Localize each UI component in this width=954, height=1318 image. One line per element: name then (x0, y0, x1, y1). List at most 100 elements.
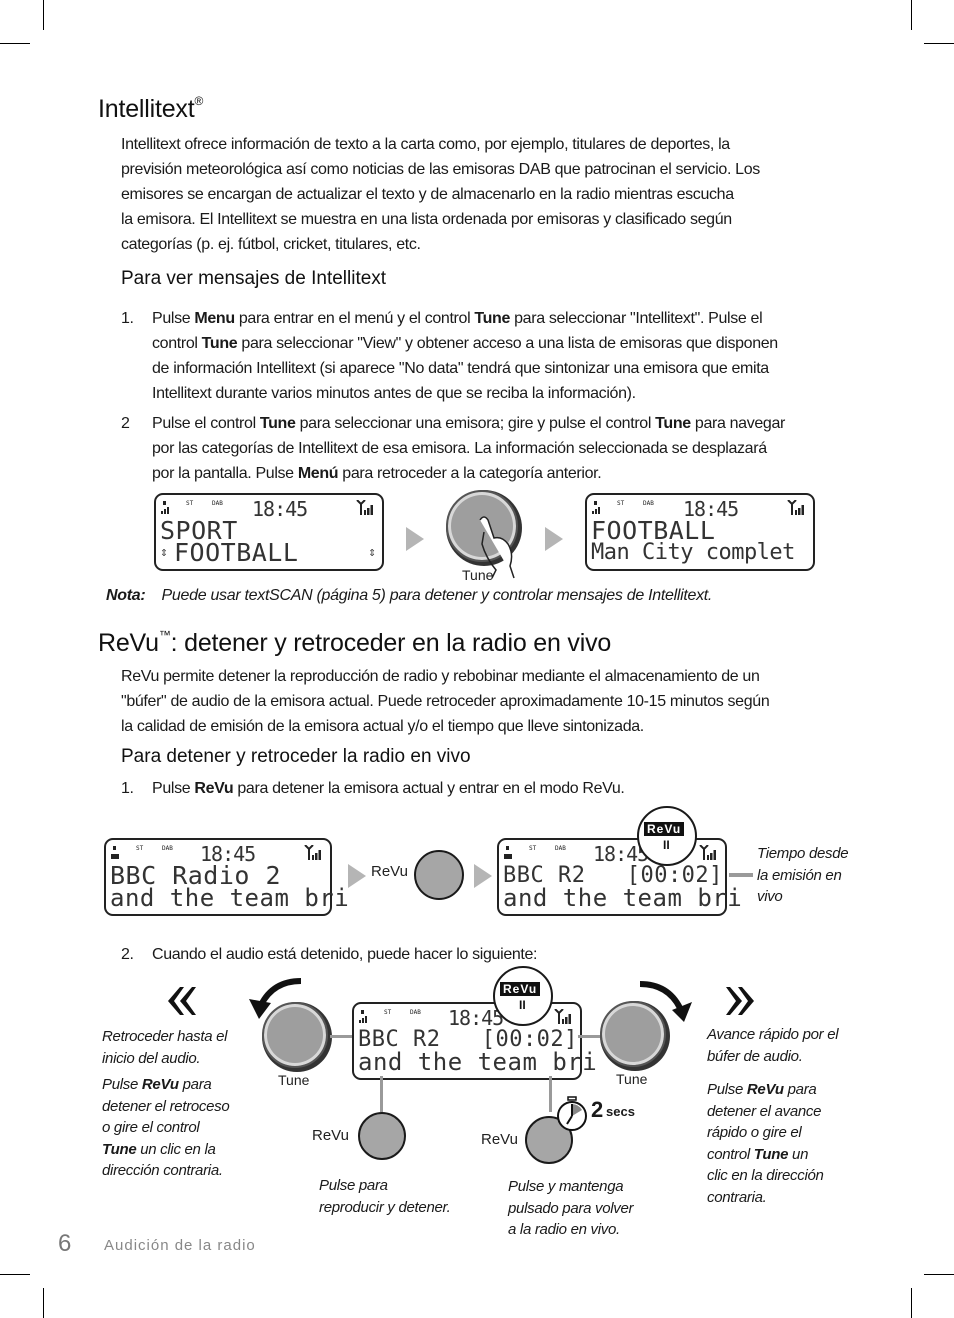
arrow-right-icon (545, 527, 563, 551)
help-line: detener el avance (707, 1102, 822, 1120)
timer-value: 2 (591, 1097, 604, 1122)
step-line: control Tune para seleccionar "View" y o… (152, 331, 778, 356)
kw-revu: ReVu (746, 1081, 784, 1098)
desc-line: Pulse para (319, 1177, 388, 1194)
t: Pulse (152, 310, 195, 327)
antenna-signal-icon (787, 500, 804, 515)
step-text: Cuando el audio está detenido, puede hac… (152, 946, 538, 963)
kw-menu: Menú (297, 465, 339, 482)
step-text: Pulse ReVu para detener la emisora actua… (152, 776, 625, 801)
help-line: Tune un clic en la (102, 1139, 229, 1161)
revu-step-1: 1. Pulse ReVu para detener la emisora ac… (121, 776, 881, 801)
crop-mark (924, 1274, 954, 1275)
trademark: ™ (158, 628, 171, 642)
help-line: control Tune un (707, 1144, 824, 1166)
connector-line (549, 1076, 552, 1112)
help-line: detener el retroceso (102, 1097, 230, 1115)
arrow-right-icon (474, 864, 492, 888)
t: Pulse (152, 780, 195, 797)
page-number: 6 (58, 1230, 72, 1257)
lcd-display-bbc-radio-2: ST DAB 18:45 BBC Radio 2 and the team br… (104, 838, 349, 916)
revu-step-2: 2. Cuando el audio está detenido, puede … (121, 942, 881, 967)
kw-revu: ReVu (141, 1076, 179, 1093)
desc-line: a la radio en vivo. (508, 1221, 620, 1238)
help-line: o gire el control (102, 1119, 200, 1136)
note: Nota: Puede usar textSCAN (página 5) par… (106, 587, 712, 605)
revu-button-left[interactable] (358, 1112, 406, 1160)
crop-mark (911, 0, 912, 30)
desc-line: inicio del audio. (102, 1049, 201, 1067)
para-line: previsión meteorológica así como noticia… (121, 161, 760, 178)
t: para seleccionar "View" y obtener acceso… (237, 335, 778, 352)
crop-mark (0, 1274, 30, 1275)
antenna-signal-icon (356, 500, 373, 515)
revu-title: ReVu™: detener y retroceder en la radio … (98, 628, 611, 658)
connector-line (330, 1035, 352, 1038)
arrow-right-icon (348, 864, 366, 888)
crop-mark (0, 43, 30, 44)
title-text: Intellitext (98, 95, 195, 123)
tune-knob-left[interactable] (262, 1002, 328, 1068)
step-number: 2. (121, 946, 134, 963)
speaker-signal-icon (161, 501, 169, 514)
para-line: la emisora. El Intellitext se muestra en… (121, 211, 732, 228)
dab-indicator: DAB (410, 1009, 421, 1016)
para-line: Intellitext ofrece información de texto … (121, 136, 730, 153)
scroll-left-icon: ⇕ (160, 545, 168, 560)
kw-tune: Tune (259, 415, 296, 432)
pause-icon: II (519, 998, 526, 1012)
tune-label: Tune (462, 567, 494, 583)
desc-line: Retroceder hasta el (102, 1028, 228, 1045)
para-line: emisores se encargan de actualizar el te… (121, 186, 734, 203)
revu-label: ReVu (312, 1127, 349, 1144)
revu-tag: ReVu (500, 982, 541, 996)
t: para (783, 1081, 817, 1098)
speaker-signal-icon (111, 846, 119, 859)
st-indicator: ST (617, 500, 625, 507)
antenna-signal-icon (699, 845, 716, 860)
lcd-line-2: and the team bri (503, 884, 743, 912)
desc-line: búfer de audio. (707, 1047, 803, 1065)
crop-mark (924, 43, 954, 44)
step-line: Pulse Menu para entrar en el menú y el c… (152, 306, 778, 331)
rewind-desc: Retroceder hasta el inicio del audio. (102, 1026, 228, 1069)
step-line: por la pantalla. Pulse Menú para retroce… (152, 461, 785, 486)
arrow-right-icon (406, 527, 424, 551)
para-line: "búfer" de audio de la emisora actual. P… (121, 693, 770, 710)
step-text: Pulse Menu para entrar en el menú y el c… (152, 306, 778, 406)
rotate-clockwise-arrow-icon (639, 981, 692, 1022)
title-rest: : detener y retroceder en la radio en vi… (170, 629, 612, 657)
speaker-signal-icon (592, 501, 600, 514)
t: para detener la emisora actual y entrar … (233, 780, 625, 797)
connector-line (578, 1035, 600, 1038)
rewind-help: Pulse ReVu para detener el retroceso o g… (102, 1074, 230, 1182)
t: para seleccionar "Intellitext". Pulse el (510, 310, 763, 327)
callout-line (729, 873, 753, 877)
kw-revu: ReVu (194, 780, 234, 797)
clock: 18:45 (252, 497, 308, 521)
lcd-display-football: ST DAB 18:45 FOOTBALL Man City complet (585, 493, 815, 571)
kw-menu: Menu (194, 310, 235, 327)
callout-line-text: vivo (757, 888, 783, 905)
forward-desc: Avance rápido por el búfer de audio. (707, 1024, 839, 1067)
speaker-signal-icon (359, 1010, 367, 1023)
timer-unit: secs (606, 1104, 635, 1119)
intellitext-step-2: 2 Pulse el control Tune para seleccionar… (121, 411, 881, 487)
revu-tag: ReVu (644, 822, 685, 836)
t: para navegar (690, 415, 785, 432)
t: para seleccionar una emisora; gire y pul… (295, 415, 656, 432)
t: para (178, 1076, 212, 1093)
intellitext-paragraph: Intellitext ofrece información de texto … (121, 132, 881, 257)
step-line: de información Intellitext (si aparece "… (152, 360, 769, 377)
revu-left-desc: Pulse para reproducir y detener. (319, 1175, 451, 1218)
t: para retroceder a la categoría anterior. (338, 465, 602, 482)
revu-button[interactable] (414, 850, 464, 900)
t: un clic en la (136, 1140, 216, 1158)
lcd-line-2: and the team bri (110, 884, 350, 912)
step-number: 1. (121, 310, 134, 327)
lcd-line-2: and the team bri (358, 1048, 598, 1076)
lcd-line-2: Man City complet (591, 540, 795, 565)
t: Pulse (102, 1076, 142, 1093)
intellitext-step-1: 1. Pulse Menu para entrar en el menú y e… (121, 306, 881, 406)
footer-section: Audición de la radio (104, 1237, 256, 1254)
